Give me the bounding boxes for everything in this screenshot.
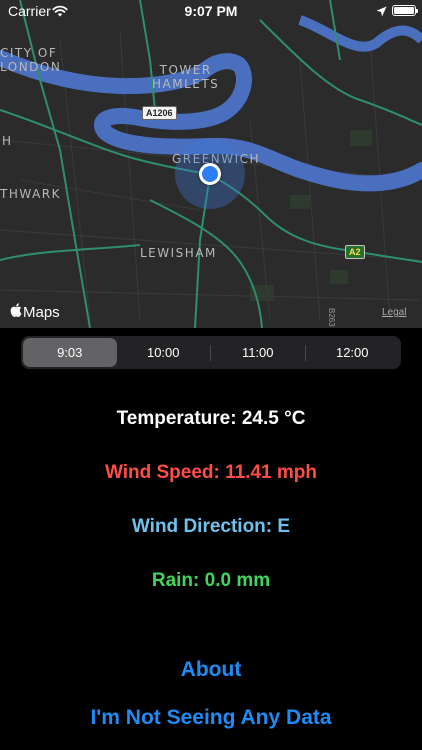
maps-label: Maps (23, 303, 60, 321)
battery-icon (392, 5, 418, 16)
wind-speed-reading: Wind Speed: 11.41 mph (104, 462, 318, 483)
status-bar: Carrier 9:07 PM (0, 0, 422, 22)
map-label-city: CITY OF LONDON (0, 46, 62, 74)
time-segment-0903[interactable]: 9:03 (23, 338, 117, 367)
status-time: 9:07 PM (184, 3, 238, 19)
maps-attribution[interactable]: Maps (10, 303, 60, 321)
time-segment-1000[interactable]: 10:00 (117, 338, 211, 367)
user-location-dot[interactable] (199, 163, 221, 185)
temperature-reading: Temperature: 24.5 °C (116, 408, 306, 429)
road-badge-a1206: A1206 (142, 106, 177, 120)
about-button[interactable]: About (0, 658, 422, 682)
map-label-southwark: THWARK (0, 187, 61, 201)
time-segment-1100[interactable]: 11:00 (211, 338, 305, 367)
rain-reading: Rain: 0.0 mm (151, 570, 271, 591)
time-segmented-control[interactable]: 9:03 10:00 11:00 12:00 (21, 336, 401, 369)
road-label-b263: B263 (327, 308, 336, 327)
location-arrow-icon (376, 4, 387, 20)
road-badge-a2: A2 (345, 245, 365, 259)
wind-direction-reading: Wind Direction: E (131, 516, 291, 537)
legal-link[interactable]: Legal (382, 307, 406, 318)
time-segment-1200[interactable]: 12:00 (306, 338, 400, 367)
map-label-h: H (2, 134, 13, 148)
map-label-tower-hamlets: TOWER HAMLETS (152, 63, 220, 91)
apple-logo-icon (10, 303, 22, 321)
no-data-help-button[interactable]: I'm Not Seeing Any Data (0, 706, 422, 730)
map-label-lewisham: LEWISHAM (140, 246, 217, 260)
map-view[interactable]: CITY OF LONDON TOWER HAMLETS H THWARK GR… (0, 0, 422, 328)
